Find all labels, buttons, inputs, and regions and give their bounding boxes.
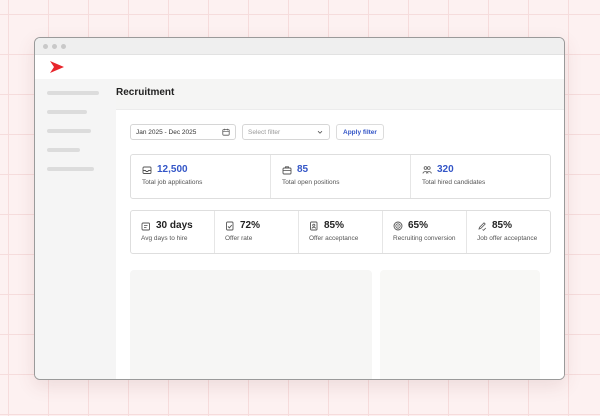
stat-value: 85 [297, 164, 309, 175]
stat-label: Total job applications [142, 179, 203, 186]
date-range-picker[interactable]: Jan 2025 - Dec 2025 [130, 124, 236, 140]
metric-job-offer-acceptance: 85% Job offer acceptance [467, 211, 550, 253]
stat-open-positions: 85 Total open positions [271, 155, 411, 198]
metric-avg-days-to-hire: 30 days Avg days to hire [131, 211, 215, 253]
filter-bar: Jan 2025 - Dec 2025 Select filter Apply … [130, 124, 384, 140]
metric-value: 85% [492, 220, 513, 231]
metric-label: Offer acceptance [309, 235, 359, 242]
metric-offer-acceptance: 85% Offer acceptance [299, 211, 383, 253]
sidebar-item[interactable] [47, 148, 80, 152]
target-icon [393, 221, 403, 230]
metric-offer-rate: 72% Offer rate [215, 211, 299, 253]
stat-label: Total open positions [282, 179, 340, 186]
sidebar-item[interactable] [47, 129, 91, 133]
window-dot-icon[interactable] [43, 43, 48, 49]
document-user-icon [310, 221, 318, 230]
metrics-card: 30 days Avg days to hire 72% Offer rate … [130, 210, 551, 254]
stat-value: 12,500 [157, 164, 188, 175]
window-titlebar [35, 38, 564, 55]
metric-label: Offer rate [225, 235, 253, 242]
people-icon [422, 165, 432, 174]
stat-job-applications: 12,500 Total job applications [131, 155, 271, 198]
sidebar-item[interactable] [47, 91, 99, 95]
metric-value: 85% [324, 220, 345, 231]
date-range-value: Jan 2025 - Dec 2025 [136, 128, 197, 136]
stat-hired-candidates: 320 Total hired candidates [411, 155, 550, 198]
document-check-icon [226, 221, 234, 230]
metric-label: Job offer acceptance [477, 235, 538, 242]
apply-filter-button[interactable]: Apply filter [336, 124, 384, 140]
metric-label: Avg days to hire [141, 235, 188, 242]
sidebar-item[interactable] [47, 110, 87, 114]
stat-label: Total hired candidates [422, 179, 486, 186]
inbox-icon [142, 166, 152, 174]
filter-select-placeholder: Select filter [248, 128, 281, 136]
metric-value: 65% [408, 220, 429, 231]
page-title: Recruitment [116, 87, 175, 98]
brand-logo-icon[interactable] [49, 60, 65, 74]
sidebar [35, 79, 116, 379]
summary-stats-card: 12,500 Total job applications 85 Total o… [130, 154, 551, 199]
app-header [35, 55, 564, 79]
calendar-edit-icon [141, 222, 150, 230]
calendar-icon [222, 128, 230, 136]
pen-check-icon [478, 221, 487, 231]
sidebar-item[interactable] [47, 167, 94, 171]
metric-value: 30 days [156, 220, 193, 231]
metric-value: 72% [240, 220, 261, 231]
briefcase-icon [282, 165, 292, 174]
filter-select[interactable]: Select filter [242, 124, 330, 140]
metric-label: Recruiting conversion [393, 235, 456, 242]
chart-placeholder [380, 270, 540, 379]
metric-recruiting-conversion: 65% Recruiting conversion [383, 211, 467, 253]
stat-value: 320 [437, 164, 454, 175]
content-panel: Jan 2025 - Dec 2025 Select filter Apply … [116, 109, 564, 379]
chart-placeholder [130, 270, 372, 379]
window-dot-icon[interactable] [61, 43, 66, 49]
chevron-down-icon [317, 130, 323, 134]
main-area: Recruitment Jan 2025 - Dec 2025 Select f [116, 79, 564, 379]
app-window: Recruitment Jan 2025 - Dec 2025 Select f [34, 37, 565, 380]
window-dot-icon[interactable] [52, 43, 57, 49]
